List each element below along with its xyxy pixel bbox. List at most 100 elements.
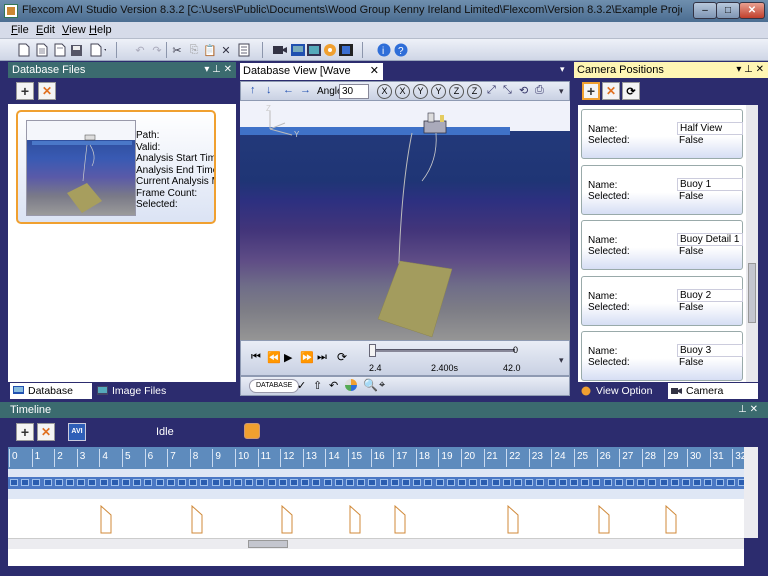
refresh-cameras-button[interactable]: ⟳ bbox=[622, 82, 640, 100]
minimize-button[interactable]: – bbox=[693, 2, 717, 19]
camera-name[interactable]: Buoy 2 bbox=[677, 289, 743, 302]
skip-end-icon[interactable]: ⏭ bbox=[317, 351, 327, 364]
frame-cell[interactable] bbox=[234, 479, 242, 486]
play-icon[interactable]: ▶ bbox=[284, 351, 292, 364]
frame-cell[interactable] bbox=[245, 479, 254, 486]
new-dropdown-icon[interactable] bbox=[90, 42, 106, 58]
remove-database-button[interactable]: ✕ bbox=[38, 82, 56, 100]
view-toolbar-overflow-icon[interactable]: ▾ bbox=[559, 86, 564, 97]
step-forward-icon[interactable]: ⏩ bbox=[300, 351, 314, 364]
frame-cell[interactable] bbox=[693, 479, 702, 486]
frame-cell[interactable] bbox=[144, 479, 153, 486]
database-button[interactable]: DATABASE bbox=[249, 379, 300, 393]
frame-cell[interactable] bbox=[267, 479, 276, 486]
close-tab-icon[interactable]: ✕ bbox=[370, 63, 379, 79]
camera-name[interactable]: Buoy 3 bbox=[677, 344, 743, 357]
film-icon[interactable] bbox=[338, 42, 354, 58]
menu-help[interactable]: Help bbox=[89, 24, 112, 36]
frame-cell[interactable] bbox=[290, 479, 298, 486]
frame-cell[interactable] bbox=[278, 479, 287, 486]
arrow-left-icon[interactable]: ← bbox=[283, 84, 294, 96]
keyframe-marker[interactable] bbox=[598, 505, 610, 535]
frame-cell[interactable] bbox=[547, 479, 556, 486]
menu-view[interactable]: View bbox=[62, 24, 86, 36]
add-keyframe-button[interactable]: + bbox=[16, 423, 34, 441]
time-slider-thumb[interactable] bbox=[369, 344, 376, 357]
database-file-card[interactable]: Path: Valid: Analysis Start Time: Analys… bbox=[16, 110, 216, 224]
frame-cell[interactable] bbox=[66, 479, 74, 486]
arrow-up-icon[interactable]: ↑ bbox=[250, 84, 256, 96]
rotate-z-pos-icon[interactable]: Z bbox=[449, 84, 464, 99]
time-slider-track[interactable] bbox=[369, 349, 515, 352]
frame-cell[interactable] bbox=[648, 479, 657, 486]
zoom-icon[interactable]: 🔍 bbox=[363, 378, 378, 392]
tab-database-view[interactable]: Database View [Wave 08s.dbm] ✕ bbox=[240, 63, 383, 93]
zoom-fit-icon[interactable]: ⤡ bbox=[503, 84, 512, 97]
camera-card[interactable]: Name: Selected: Buoy 3 False bbox=[581, 331, 743, 381]
frame-cell[interactable] bbox=[491, 479, 500, 486]
reset-view-icon[interactable]: ⟲ bbox=[519, 84, 528, 97]
frame-cell[interactable] bbox=[256, 479, 265, 486]
properties-icon[interactable] bbox=[236, 42, 252, 58]
frame-cell[interactable] bbox=[581, 479, 590, 486]
remove-camera-button[interactable]: ✕ bbox=[602, 82, 620, 100]
frame-cell[interactable] bbox=[558, 479, 567, 486]
check-icon[interactable]: ✓ bbox=[297, 379, 306, 392]
angle-input[interactable]: 30 bbox=[339, 84, 369, 99]
settings-icon[interactable] bbox=[322, 42, 338, 58]
frame-cell[interactable] bbox=[480, 479, 489, 486]
frame-cell[interactable] bbox=[77, 479, 86, 486]
keyframe-marker[interactable] bbox=[349, 505, 361, 535]
home-icon[interactable]: ⇧ bbox=[313, 379, 322, 392]
new-document-icon[interactable] bbox=[34, 42, 50, 58]
3d-viewport[interactable]: Z Y bbox=[240, 101, 570, 340]
camera-list-scroll-thumb[interactable] bbox=[748, 263, 756, 323]
camera-card[interactable]: Name: Selected: Buoy 2 False bbox=[581, 276, 743, 326]
frame-cell[interactable] bbox=[110, 479, 119, 486]
tab-database-files[interactable]: Database Files bbox=[10, 383, 92, 413]
paste-icon[interactable]: 📋 bbox=[202, 42, 218, 58]
frame-cell[interactable] bbox=[21, 479, 30, 486]
frame-cell[interactable] bbox=[88, 479, 97, 486]
add-camera-button[interactable]: + bbox=[582, 82, 600, 100]
step-back-icon[interactable]: ⏪ bbox=[267, 351, 281, 364]
cut-icon[interactable]: ✂ bbox=[169, 42, 185, 58]
camera-card[interactable]: Name: Selected: Buoy Detail 1 False bbox=[581, 220, 743, 270]
keyframe-marker[interactable] bbox=[665, 505, 677, 535]
camera-list-scrollbar[interactable] bbox=[746, 105, 758, 383]
rotate-z-neg-icon[interactable]: Z bbox=[467, 84, 482, 99]
delete-icon[interactable]: ✕ bbox=[218, 42, 234, 58]
redo-icon[interactable]: ↷ bbox=[149, 42, 165, 58]
pan-icon[interactable]: ⤢ bbox=[487, 84, 496, 97]
view-icon[interactable] bbox=[290, 42, 306, 58]
frame-cell[interactable] bbox=[603, 479, 612, 486]
menu-file[interactable]: File bbox=[11, 24, 29, 36]
frame-cell[interactable] bbox=[659, 479, 668, 486]
frame-cell[interactable] bbox=[626, 479, 634, 486]
tab-list-icon[interactable]: ▾ bbox=[560, 64, 565, 75]
frame-cell[interactable] bbox=[514, 479, 522, 486]
frame-cell[interactable] bbox=[200, 479, 209, 486]
select-icon[interactable]: ⌖ bbox=[379, 379, 385, 392]
frame-cell[interactable] bbox=[502, 479, 511, 486]
frame-cell[interactable] bbox=[357, 479, 366, 486]
frame-cell[interactable] bbox=[637, 479, 646, 486]
rotate-y-pos-icon[interactable]: Y bbox=[413, 84, 428, 99]
frame-cell[interactable] bbox=[682, 479, 690, 486]
frame-cell[interactable] bbox=[178, 479, 186, 486]
frame-cell[interactable] bbox=[368, 479, 377, 486]
export-view-icon[interactable]: ⎙ bbox=[535, 84, 544, 97]
frame-cell[interactable] bbox=[43, 479, 52, 486]
timeline-vertical-scrollbar[interactable] bbox=[744, 447, 758, 538]
tab-view-option-sets[interactable]: View Option Sets bbox=[578, 383, 666, 413]
frame-cell[interactable] bbox=[435, 479, 444, 486]
frame-cell[interactable] bbox=[312, 479, 321, 486]
tab-camera-positions[interactable]: Camera Positions bbox=[668, 383, 758, 413]
frame-cell[interactable] bbox=[446, 479, 455, 486]
frame-cell[interactable] bbox=[155, 479, 164, 486]
frame-cell[interactable] bbox=[222, 479, 231, 486]
frame-cell[interactable] bbox=[614, 479, 623, 486]
avi-export-button[interactable]: AVI bbox=[68, 423, 86, 441]
frame-cell[interactable] bbox=[570, 479, 578, 486]
playback-overflow-icon[interactable]: ▾ bbox=[559, 355, 564, 366]
